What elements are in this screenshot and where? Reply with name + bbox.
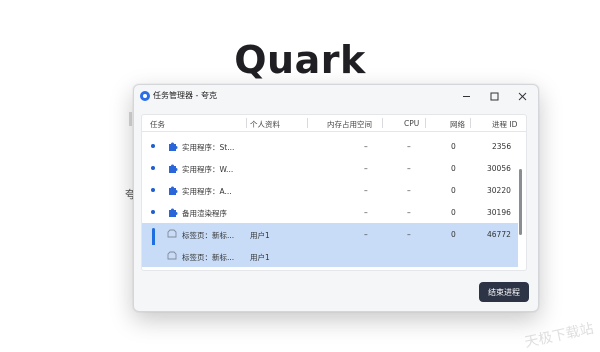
maximize-button[interactable]: [480, 85, 508, 107]
task-name: 标签页：新标...: [182, 231, 235, 240]
task-name: 标签页：新标...: [182, 253, 235, 262]
network-cell: 0: [451, 142, 456, 151]
quark-app-icon: [140, 91, 150, 101]
network-cell: 0: [451, 186, 456, 195]
status-dot: [151, 144, 155, 148]
column-divider[interactable]: [382, 118, 383, 128]
task-name: 备用渲染程序: [182, 209, 227, 218]
pid-cell: 30220: [487, 186, 511, 195]
memory-cell: –: [364, 230, 368, 239]
task-name: 实用程序：St...: [182, 143, 235, 152]
close-button[interactable]: [508, 85, 536, 107]
window-title: 任务管理器 - 夸克: [153, 91, 217, 100]
column-divider[interactable]: [470, 118, 471, 128]
tab-icon: [167, 251, 177, 260]
column-divider[interactable]: [425, 118, 426, 128]
table-row[interactable]: 实用程序：A... – – 0 30220: [142, 179, 518, 201]
table-row-selected[interactable]: 标签页：新标... 用户1 – – 0 46772: [142, 223, 518, 254]
table-header: 任务 个人资料 内存占用空间 CPU 网络 进程 ID: [142, 115, 526, 132]
column-header-profile[interactable]: 个人资料: [250, 119, 280, 130]
title-bar[interactable]: 任务管理器 - 夸克: [134, 85, 538, 107]
background-divider: [129, 112, 132, 126]
puzzle-icon: [169, 186, 178, 195]
profile-cell: 用户1: [250, 253, 270, 262]
table-row[interactable]: 实用程序：St... – – 0 2356: [142, 135, 518, 157]
column-header-network[interactable]: 网络: [450, 119, 465, 130]
cpu-cell: –: [407, 164, 411, 173]
puzzle-icon: [169, 208, 178, 217]
column-divider[interactable]: [307, 118, 308, 128]
table-row[interactable]: 备用渲染程序 – – 0 30196: [142, 201, 518, 223]
cpu-cell: –: [407, 186, 411, 195]
watermark-logo: 天极下载站: [523, 320, 596, 352]
network-cell: 0: [451, 208, 456, 217]
table-row-selected[interactable]: 标签页：新标... 用户1: [142, 245, 518, 267]
memory-cell: –: [364, 164, 368, 173]
puzzle-icon: [169, 142, 178, 151]
column-divider[interactable]: [246, 118, 247, 128]
pid-cell: 30056: [487, 164, 511, 173]
cpu-cell: –: [407, 230, 411, 239]
table-row[interactable]: 实用程序：W... – – 0 30056: [142, 157, 518, 179]
vertical-scrollbar[interactable]: [519, 169, 522, 235]
cpu-cell: –: [407, 142, 411, 151]
cpu-cell: –: [407, 208, 411, 217]
memory-cell: –: [364, 142, 368, 151]
memory-cell: –: [364, 208, 368, 217]
process-table: 任务 个人资料 内存占用空间 CPU 网络 进程 ID 实用程序：St... –…: [141, 114, 527, 271]
tab-icon: [167, 229, 177, 238]
task-name: 实用程序：W...: [182, 165, 234, 174]
maximize-icon: [490, 92, 498, 100]
close-icon: [518, 92, 526, 100]
pid-cell: 30196: [487, 208, 511, 217]
status-dot: [151, 210, 155, 214]
minimize-icon: [462, 95, 470, 97]
pid-cell: 2356: [492, 142, 512, 151]
quark-logo: Quark: [234, 38, 366, 82]
network-cell: 0: [451, 164, 456, 173]
status-dot: [151, 166, 155, 170]
pid-cell: 46772: [487, 230, 511, 239]
status-dot: [151, 188, 155, 192]
column-header-cpu[interactable]: CPU: [404, 119, 419, 128]
task-manager-window: 任务管理器 - 夸克 任务 个人资料 内存占用空间 CPU 网络 进程 ID 实…: [133, 84, 539, 312]
network-cell: 0: [451, 230, 456, 239]
column-header-memory[interactable]: 内存占用空间: [327, 119, 372, 130]
memory-cell: –: [364, 186, 368, 195]
column-header-pid[interactable]: 进程 ID: [492, 119, 517, 130]
end-process-button[interactable]: 结束进程: [479, 282, 529, 302]
profile-cell: 用户1: [250, 231, 270, 240]
minimize-button[interactable]: [452, 85, 480, 107]
column-header-task[interactable]: 任务: [150, 119, 165, 130]
puzzle-icon: [169, 164, 178, 173]
task-name: 实用程序：A...: [182, 187, 232, 196]
